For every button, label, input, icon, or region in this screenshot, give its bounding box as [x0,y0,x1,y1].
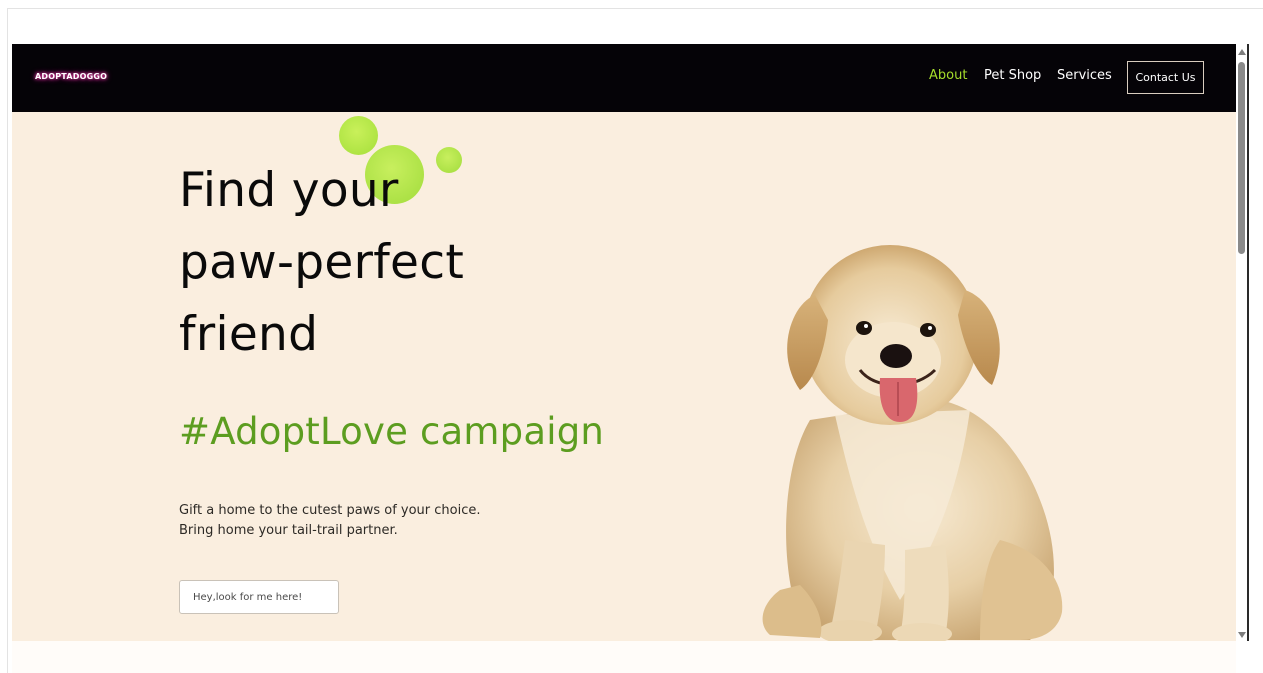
site-logo[interactable]: ADOPTADOGGO [35,72,107,81]
nav-link-pet-shop[interactable]: Pet Shop [984,68,1041,83]
hero-title-line: paw-perfect [179,235,465,290]
contact-us-button[interactable]: Contact Us [1127,61,1204,94]
decorative-bubble [339,116,378,155]
nav-link-about[interactable]: About [929,68,967,83]
puppy-image [762,245,1063,641]
nav-link-services[interactable]: Services [1057,68,1112,83]
campaign-heading: #AdoptLove campaign [179,410,605,453]
hero-title-line: Find your [179,163,399,218]
scrollbar-thumb[interactable] [1238,62,1245,254]
hero-title-line: friend [179,307,319,362]
search-input[interactable] [179,580,339,614]
hero-description: Gift a home to the cutest paws of your c… [179,501,481,541]
page-viewport: ADOPTADOGGO About Pet Shop Services Cont… [12,44,1236,641]
description-line: Bring home your tail-trail partner. [179,523,398,538]
description-line: Gift a home to the cutest paws of your c… [179,503,481,518]
vertical-scrollbar[interactable] [1236,44,1249,641]
top-navbar: ADOPTADOGGO About Pet Shop Services Cont… [12,44,1236,112]
page-bottom-strip [12,641,1236,673]
hero-title: Find your paw-perfect friend [179,155,464,371]
scroll-up-icon[interactable] [1238,49,1246,55]
scroll-down-icon[interactable] [1238,632,1246,638]
